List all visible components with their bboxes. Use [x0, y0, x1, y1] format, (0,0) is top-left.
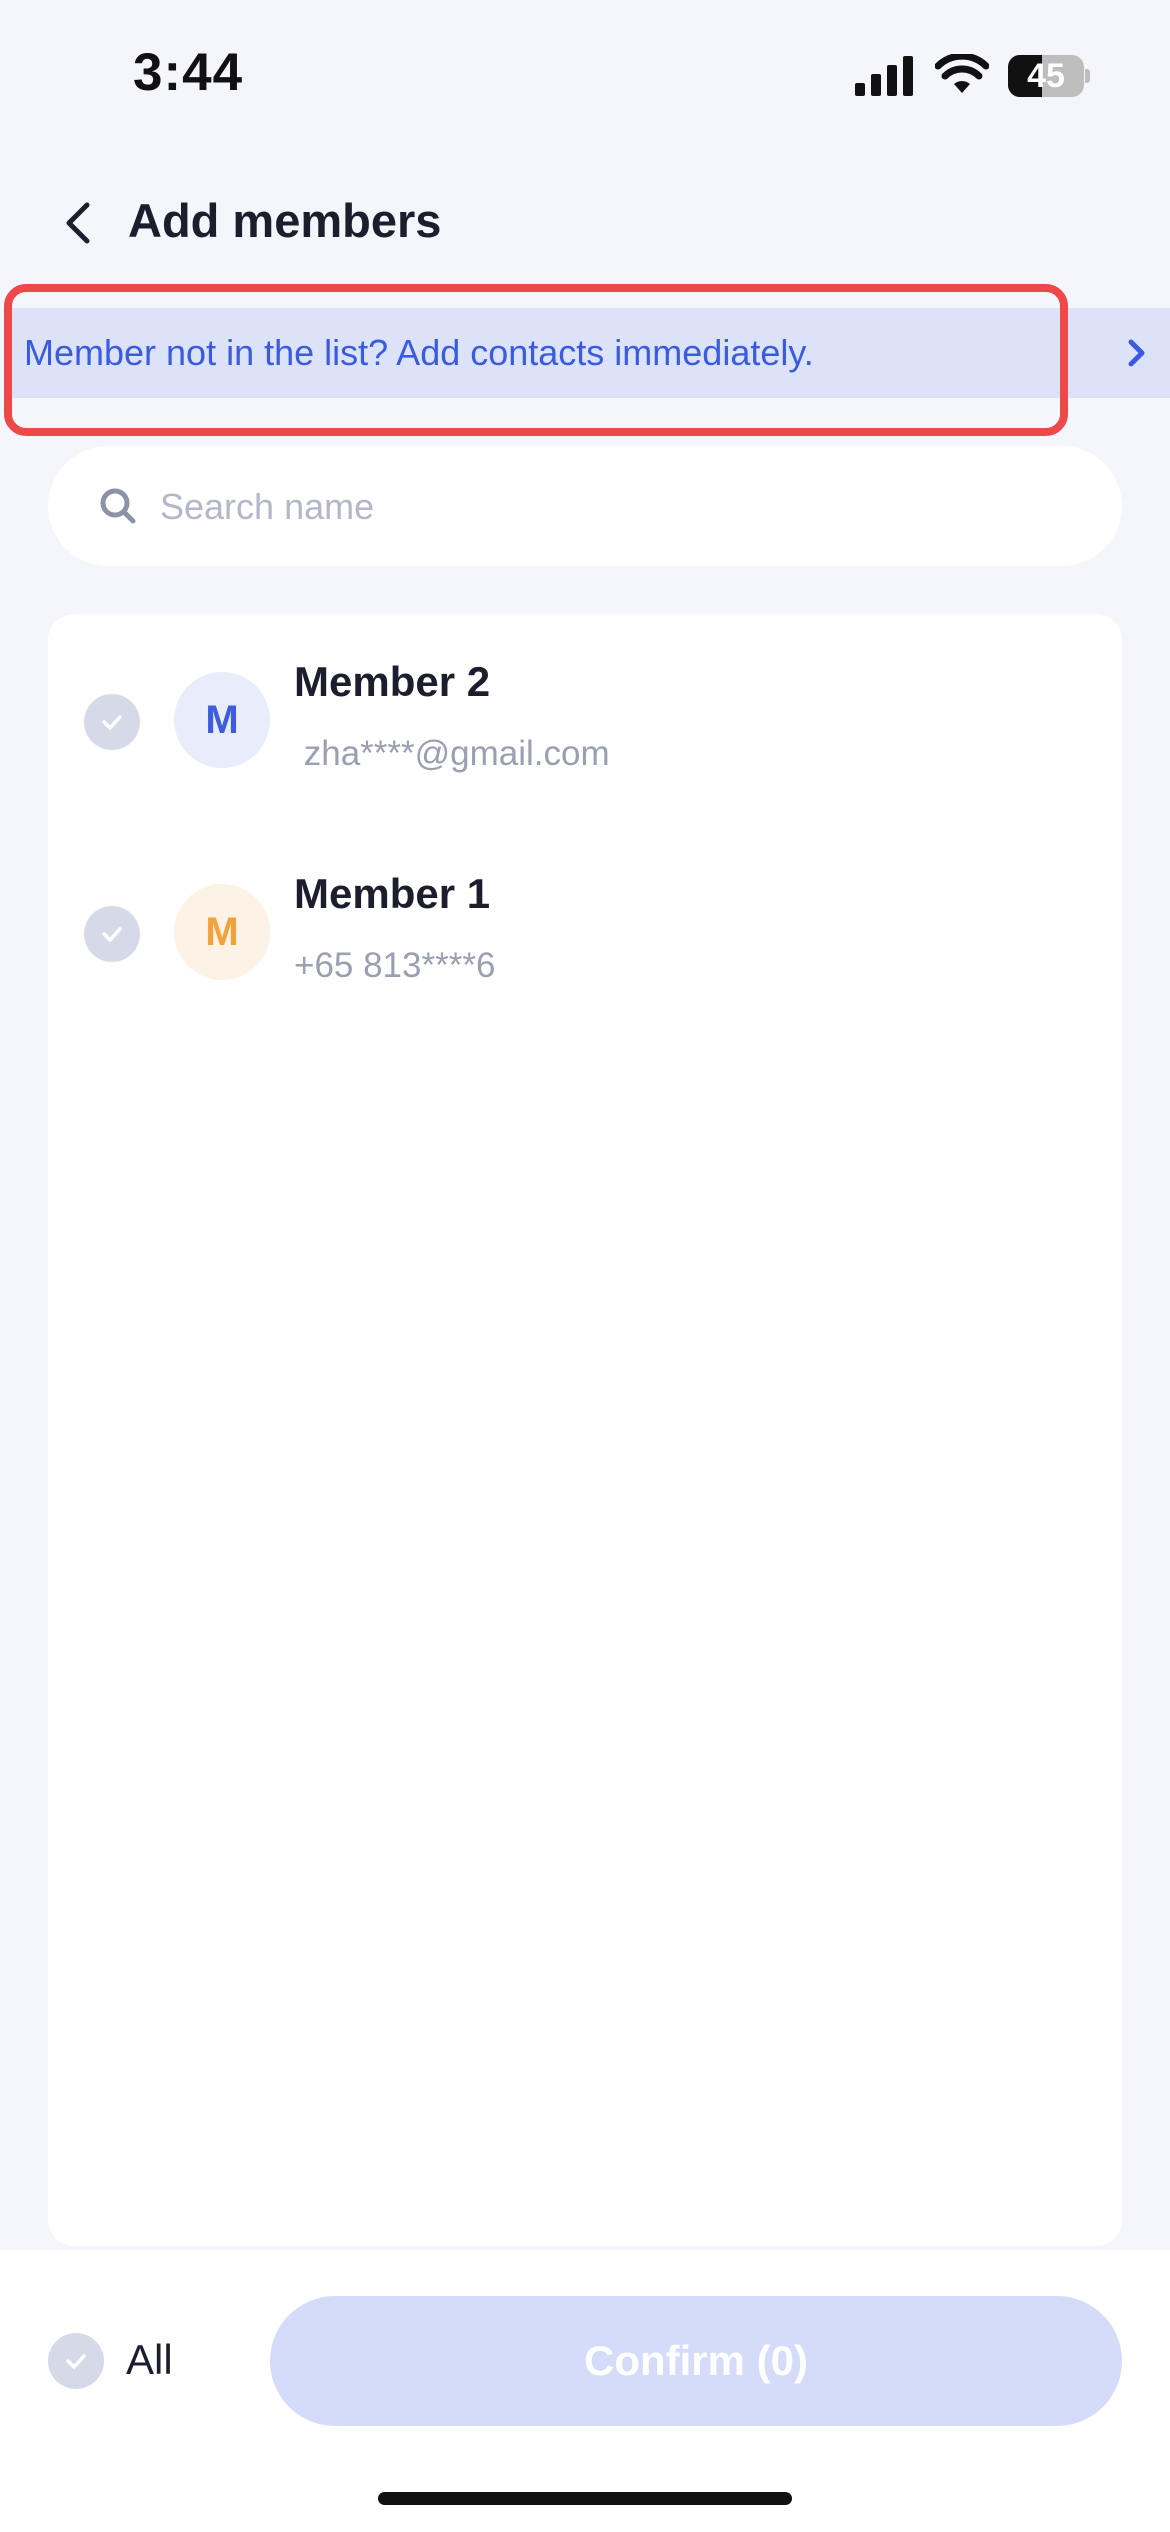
chevron-right-icon — [1128, 339, 1145, 367]
member-checkbox[interactable] — [84, 906, 140, 962]
member-name: Member 2 — [294, 658, 491, 705]
page-title: Add members — [128, 194, 442, 247]
search-input[interactable] — [158, 466, 1062, 548]
status-time: 3:44 — [133, 43, 244, 102]
select-all-toggle[interactable]: All — [48, 2330, 208, 2392]
search-icon — [100, 488, 136, 524]
member-checkbox[interactable] — [84, 694, 140, 750]
search-box[interactable] — [48, 446, 1122, 566]
add-contacts-banner[interactable]: Member not in the list? Add contacts imm… — [10, 308, 1170, 398]
banner-text: Member not in the list? Add contacts imm… — [24, 332, 814, 373]
avatar: M — [174, 884, 270, 980]
check-icon — [102, 927, 122, 942]
member-contact: zha****@gmail.com — [294, 734, 610, 773]
chevron-left-icon — [66, 202, 90, 244]
confirm-button[interactable]: Confirm (0) — [270, 2296, 1122, 2426]
avatar: M — [174, 672, 270, 768]
member-list: M Member 2 zha****@gmail.com M Member 1 … — [48, 614, 1122, 2246]
bottom-bar: All Confirm (0) — [0, 2250, 1170, 2532]
check-icon — [66, 2354, 86, 2369]
select-all-checkbox[interactable] — [48, 2333, 104, 2389]
select-all-label: All — [126, 2336, 173, 2383]
member-row-1[interactable]: M Member 1 +65 813****6 — [48, 826, 1122, 1038]
back-button[interactable] — [48, 190, 108, 256]
battery-icon: 45 — [1008, 55, 1090, 97]
wifi-icon — [935, 54, 989, 93]
member-contact: +65 813****6 — [294, 946, 496, 985]
member-name: Member 1 — [294, 870, 491, 917]
check-icon — [102, 715, 122, 730]
status-bar: 3:44 45 — [0, 0, 1170, 150]
signal-icon — [855, 56, 913, 96]
battery-level: 45 — [1027, 57, 1065, 95]
member-row-2[interactable]: M Member 2 zha****@gmail.com — [48, 614, 1122, 826]
home-indicator — [378, 2492, 792, 2505]
